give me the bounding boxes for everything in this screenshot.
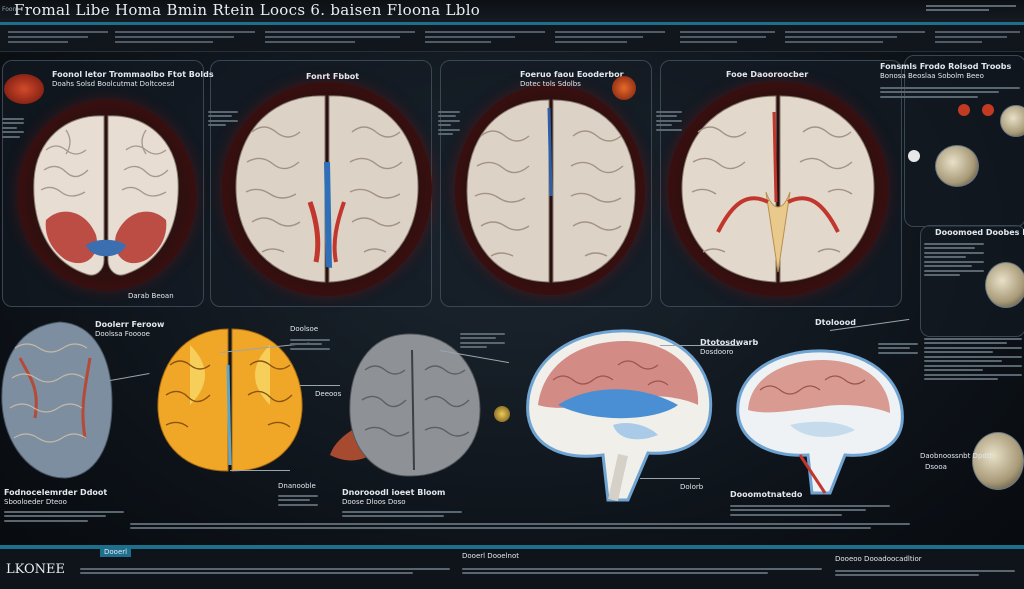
label-mid-right-1: Dtotosdwarb xyxy=(700,338,759,347)
label-top-center: Foeruo faou Eooderbor xyxy=(520,70,624,79)
footer-bar: LKONEE Dooerl Dooerl Dooelnot Dooeoo Doo… xyxy=(0,545,1024,589)
brain-side-view-2-colored xyxy=(157,328,303,472)
brain-top-view-3 xyxy=(466,99,636,283)
label-right-mid: Dooomoed Doobes Doonbrs xyxy=(935,228,1024,237)
right-dot-3 xyxy=(908,150,920,162)
center-text-column-3 xyxy=(656,108,682,133)
label-top-left: Foonol letor Trommaolbo Ftot Bolds xyxy=(52,70,214,79)
right-thumb-2 xyxy=(1000,105,1024,137)
right-thumb-3 xyxy=(985,262,1024,308)
right-thumb-1 xyxy=(935,145,979,187)
footer-center-label: Dooerl Dooelnot xyxy=(462,552,519,560)
leader-line-7 xyxy=(230,470,290,471)
leader-line-8 xyxy=(640,478,700,479)
panel-right xyxy=(904,55,1024,227)
brain-side-view-3-grey xyxy=(330,333,481,477)
footer-text-1 xyxy=(80,565,450,577)
label-top-center-2: Dotec tols Sdolbs xyxy=(520,80,581,88)
center-text-column-2 xyxy=(438,108,460,138)
label-mid-1: Doolerr Feroow xyxy=(95,320,165,329)
label-mid-4: Deeoos xyxy=(315,390,342,398)
right-panel-text xyxy=(880,84,1020,100)
label-mid-3: Doolsoe xyxy=(290,325,319,333)
mid-text-column-1 xyxy=(290,336,330,352)
marker-dot-2 xyxy=(612,76,636,100)
label-top-left-bottom: Darab Beoan xyxy=(128,292,174,300)
bottom-strip-text xyxy=(130,520,910,532)
bottom-center-left-text xyxy=(278,492,318,508)
label-far-right-2: Dsooa xyxy=(925,463,947,471)
right-dot-2 xyxy=(982,104,994,116)
label-bottom-right: Dooomotnatedo xyxy=(730,490,803,499)
brain-side-view-1 xyxy=(1,321,113,479)
label-bottom-center-left: Dnanooble xyxy=(278,482,316,490)
footer-text-2 xyxy=(462,565,822,577)
label-bottom-mid: Dolorb xyxy=(680,483,704,491)
marker-dot-3 xyxy=(494,406,510,422)
brain-sagittal-view-2 xyxy=(736,349,904,495)
label-right-panel-title: Fonsmls Frodo Rolsod Troobs xyxy=(880,62,1012,71)
leader-line-3 xyxy=(300,385,340,386)
label-top-center-left: Fonrt Fbbot xyxy=(306,72,360,81)
label-bottom-center-2: Doose Dloos Doso xyxy=(342,498,406,506)
info-ribbon xyxy=(0,25,1024,52)
right-dot-1 xyxy=(958,104,970,116)
label-bottom-left: Fodnocelemrder Ddoot xyxy=(4,488,108,497)
leader-line-1 xyxy=(109,373,150,381)
brain-top-view-2 xyxy=(235,95,419,283)
marker-dot-1 xyxy=(4,74,44,104)
mid-text-column-2 xyxy=(460,330,505,351)
label-bottom-center: Dnorooodl ioeet Bloom xyxy=(342,488,446,497)
header-text-lines xyxy=(926,3,1016,13)
label-top-left-2: Doahs Solsd Boolcutmat Doltcoesd xyxy=(52,80,175,88)
label-mid-right-2: Dosdooro xyxy=(700,348,734,356)
label-right-panel-2: Bonosa Beoslaa Sobolm Beeo xyxy=(880,72,984,80)
right-thumb-4 xyxy=(972,432,1024,490)
bottom-right-text xyxy=(730,502,890,518)
bottom-center-text xyxy=(342,508,462,520)
bottom-left-text xyxy=(4,508,124,524)
footer-right-label: Dooeoo Dooadoocadltior xyxy=(835,555,922,563)
label-bottom-left-2: Sbooloeder Dteoo xyxy=(4,498,67,506)
left-text-column xyxy=(2,115,24,140)
footer-text-3 xyxy=(835,567,1015,579)
right-mid-text xyxy=(924,240,984,279)
footer-logo: LKONEE xyxy=(6,562,66,577)
label-mid-2: Doolssa Fooooe xyxy=(95,330,150,338)
brain-top-view-4 xyxy=(681,95,875,283)
label-mid-right-3: Dtoloood xyxy=(815,318,856,327)
brain-top-view-1 xyxy=(33,115,179,276)
mid-right-text xyxy=(878,340,918,356)
label-top-right: Fooe Daooroocber xyxy=(726,70,809,79)
label-far-right-1: Daobnoossnbt Dpdtl xyxy=(920,452,992,460)
footer-tab-label: Dooerl xyxy=(100,547,132,557)
right-lower-text xyxy=(924,335,1022,383)
header-bar: Foonl Fromal Libe Homa Bmin Rtein Loocs … xyxy=(0,0,1024,25)
page-title: Fromal Libe Homa Bmin Rtein Loocs 6. bai… xyxy=(14,1,481,19)
center-text-column-1 xyxy=(208,108,238,129)
